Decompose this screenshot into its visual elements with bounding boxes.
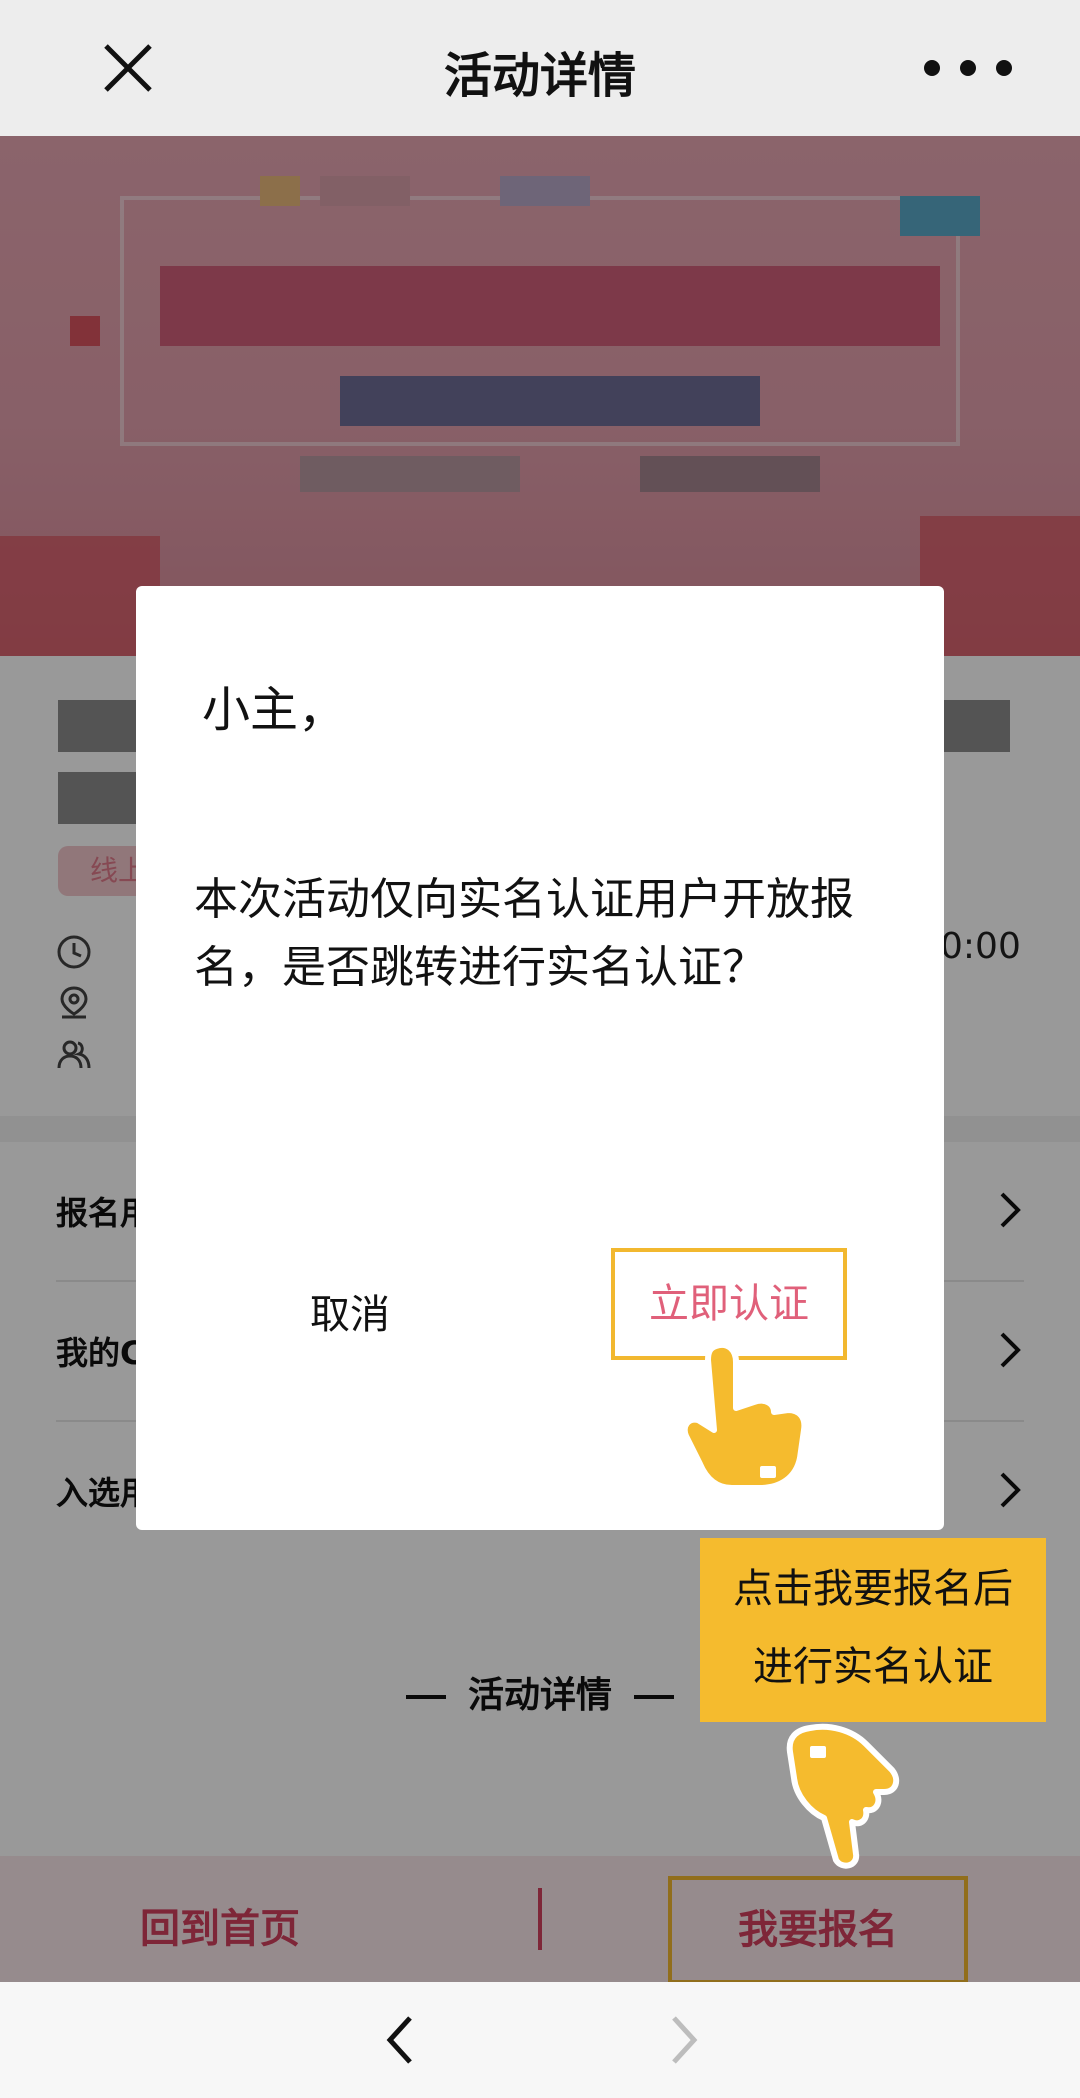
- verification-dialog: 小主， 本次活动仅向实名认证用户开放报名，是否跳转进行实名认证？ 取消 立即认证: [136, 586, 944, 1530]
- top-bar: 活动详情: [0, 0, 1080, 136]
- chevron-left-icon[interactable]: [380, 2012, 420, 2068]
- chevron-right-icon[interactable]: [664, 2012, 704, 2068]
- callout-line-2: 进行实名认证: [753, 1644, 993, 1690]
- dialog-message: 本次活动仅向实名认证用户开放报名，是否跳转进行实名认证？: [194, 874, 854, 993]
- annotation-callout: 点击我要报名后 进行实名认证: [700, 1538, 1046, 1722]
- cancel-button[interactable]: 取消: [310, 1282, 390, 1340]
- pointing-down-hand-icon: [786, 1723, 900, 1869]
- pointing-hand-icon: [681, 1342, 808, 1491]
- callout-line-1: 点击我要报名后: [733, 1566, 1013, 1612]
- dialog-greeting: 小主，: [202, 682, 347, 738]
- more-dots-icon[interactable]: [918, 52, 1018, 84]
- browser-nav-bar: [0, 1982, 1080, 2098]
